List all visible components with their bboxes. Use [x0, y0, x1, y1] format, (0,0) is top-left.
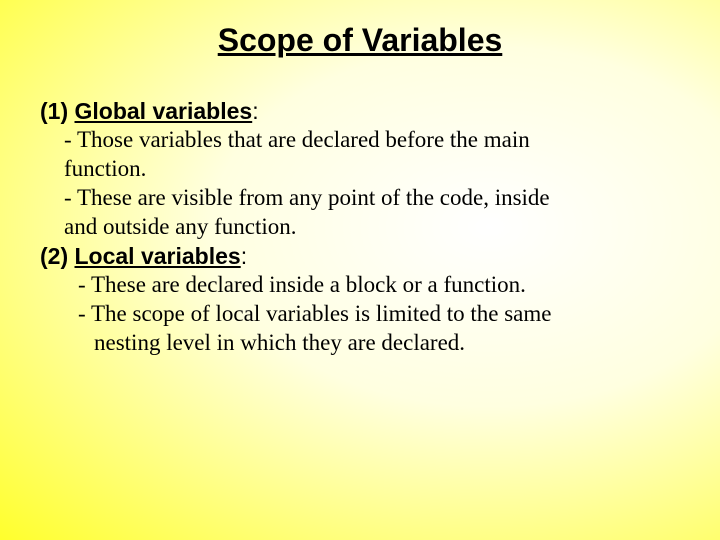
section-1-point-1-line-2: function. [40, 155, 680, 184]
slide-body: (1) Global variables: - Those variables … [40, 97, 680, 358]
section-2-colon: : [241, 243, 247, 269]
section-1-title: Global variables [75, 98, 253, 124]
section-1-heading: (1) Global variables: [40, 97, 680, 126]
slide-title: Scope of Variables [40, 22, 680, 59]
section-1-colon: : [252, 98, 258, 124]
section-1-point-2-line-1: - These are visible from any point of th… [40, 184, 680, 213]
section-1-number: (1) [40, 98, 75, 124]
section-2-point-2-line-1: - The scope of local variables is limite… [40, 300, 680, 329]
slide: Scope of Variables (1) Global variables:… [0, 0, 720, 540]
section-1-point-1-line-1: - Those variables that are declared befo… [40, 126, 680, 155]
section-1-point-2-line-2: and outside any function. [40, 213, 680, 242]
section-2-number: (2) [40, 243, 75, 269]
section-2-heading: (2) Local variables: [40, 242, 680, 271]
section-2-title: Local variables [75, 243, 241, 269]
section-2-point-1: - These are declared inside a block or a… [40, 271, 680, 300]
section-2-point-2-line-2: nesting level in which they are declared… [40, 329, 680, 358]
